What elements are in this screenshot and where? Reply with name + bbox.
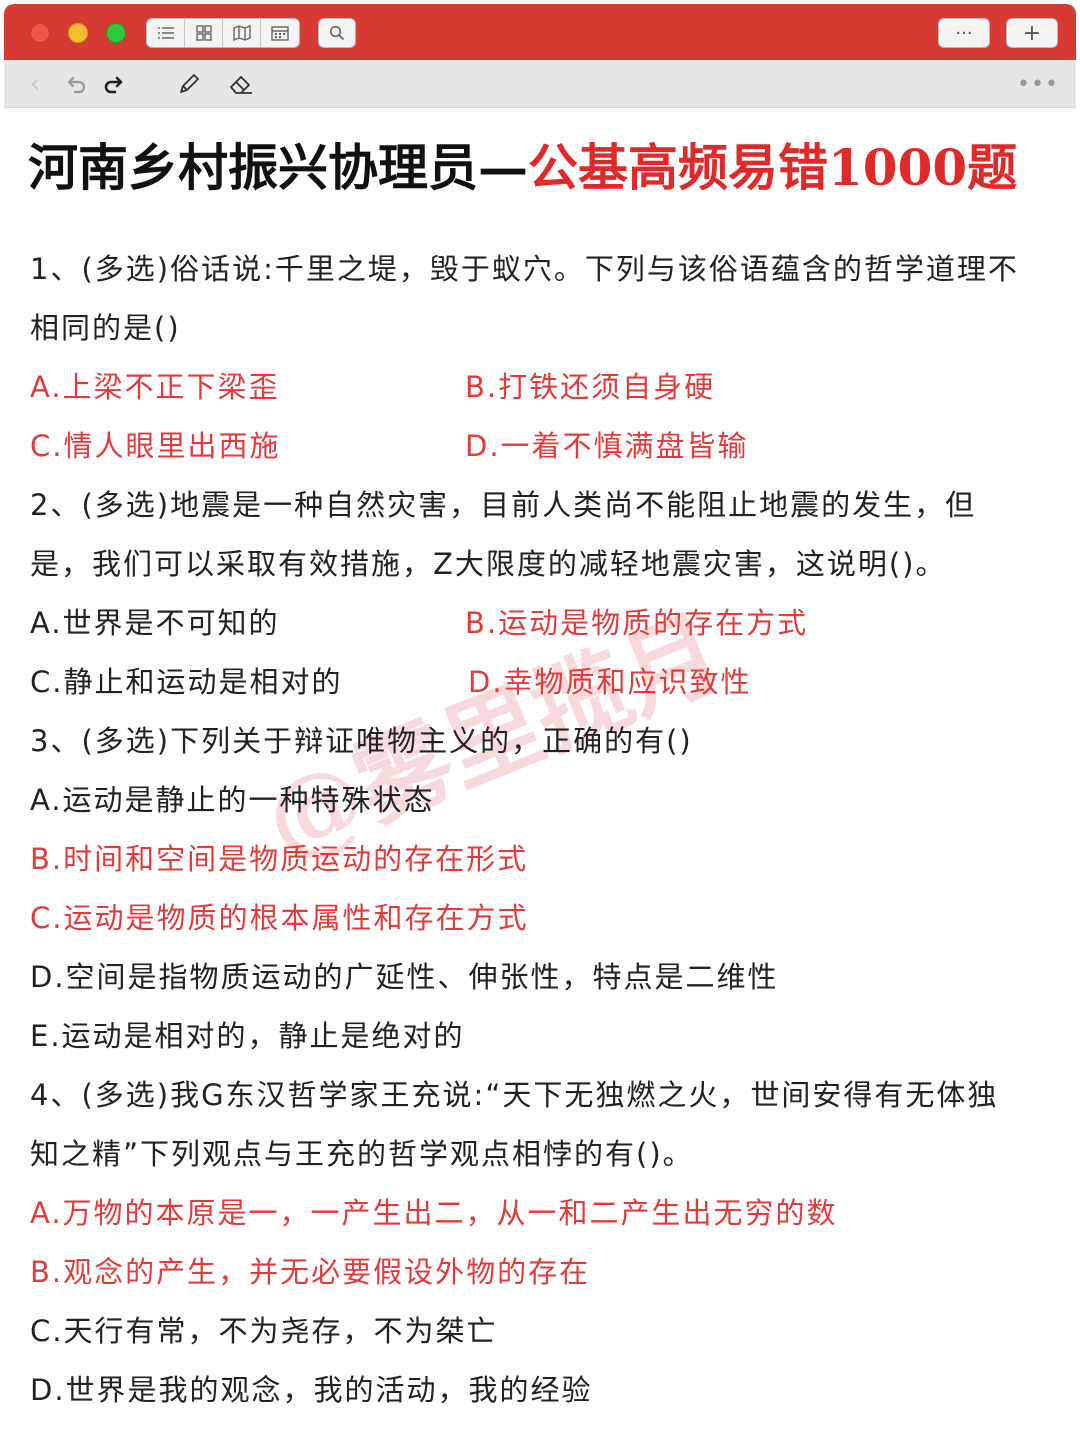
redo-icon[interactable] [98, 70, 128, 98]
editor-toolbar: ‹ ••• [4, 60, 1076, 108]
list-view-icon[interactable] [147, 19, 185, 47]
q2-option-a: A.世界是不可知的 [30, 606, 280, 640]
q4-option-d: D.世界是我的观念，我的活动，我的经验 [30, 1373, 593, 1407]
q1-option-b: B.打铁还须自身硬 [465, 370, 716, 404]
search-icon [329, 25, 345, 41]
grid-view-icon[interactable] [185, 19, 223, 47]
pencil-icon[interactable] [174, 70, 204, 98]
q4-option-c: C.天行有常，不为尧存，不为桀亡 [30, 1314, 498, 1348]
back-icon[interactable]: ‹ [20, 69, 50, 99]
document-title: 河南乡村振兴协理员—公基高频易错1000题 [28, 128, 1058, 208]
undo-icon[interactable] [62, 70, 92, 98]
q1-option-d: D.一着不慎满盘皆输 [465, 429, 749, 463]
q1-option-a: A.上梁不正下梁歪 [30, 370, 280, 404]
more-options-button[interactable]: ··· [938, 18, 990, 48]
view-mode-segmented-control [146, 18, 300, 48]
question-4-text: 4、(多选)我G东汉哲学家王充说:“天下无独燃之火，世间安得有无体独 [30, 1078, 999, 1112]
question-1-text-cont: 相同的是() [30, 311, 181, 345]
minimize-window-button[interactable] [68, 23, 88, 43]
zoom-window-button[interactable] [106, 23, 126, 43]
question-2-text: 2、(多选)地震是一种自然灾害，目前人类尚不能阻止地震的发生，但 [30, 488, 977, 522]
window-titlebar: ··· + [4, 4, 1076, 60]
question-2-text-cont: 是，我们可以采取有效措施，Z大限度的减轻地震灾害，这说明()。 [30, 547, 947, 581]
q4-option-a: A.万物的本原是一，一产生出二，从一和二产生出无穷的数 [30, 1196, 838, 1230]
ellipsis-menu-icon[interactable]: ••• [1017, 70, 1058, 98]
q3-option-c: C.运动是物质的根本属性和存在方式 [30, 901, 529, 935]
q2-option-c: C.静止和运动是相对的 [30, 665, 343, 699]
title-red-part: 公基高频易错1000题 [528, 138, 1018, 197]
calendar-view-icon[interactable] [261, 19, 299, 47]
question-4-text-cont: 知之精”下列观点与王充的哲学观点相悖的有()。 [30, 1137, 694, 1171]
q2-option-b: B.运动是物质的存在方式 [465, 606, 809, 640]
add-button[interactable]: + [1006, 18, 1058, 48]
q3-option-e: E.运动是相对的，静止是绝对的 [30, 1019, 465, 1053]
search-button[interactable] [318, 18, 356, 48]
map-view-icon[interactable] [223, 19, 261, 47]
question-1-text: 1、(多选)俗话说:千里之堤，毁于蚁穴。下列与该俗语蕴含的哲学道理不 [30, 252, 1019, 286]
q2-option-d: D.幸物质和应识致性 [468, 665, 752, 699]
question-3-text: 3、(多选)下列关于辩证唯物主义的，正确的有() [30, 724, 693, 758]
q4-option-b: B.观念的产生，并无必要假设外物的存在 [30, 1255, 591, 1289]
q1-option-c: C.情人眼里出西施 [30, 429, 281, 463]
q3-option-d: D.空间是指物质运动的广延性、伸张性，特点是二维性 [30, 960, 779, 994]
eraser-icon[interactable] [226, 70, 256, 98]
q3-option-b: B.时间和空间是物质运动的存在形式 [30, 842, 529, 876]
close-window-button[interactable] [30, 23, 50, 43]
title-black-part: 河南乡村振兴协理员— [28, 138, 528, 197]
q3-option-a: A.运动是静止的一种特殊状态 [30, 783, 435, 817]
